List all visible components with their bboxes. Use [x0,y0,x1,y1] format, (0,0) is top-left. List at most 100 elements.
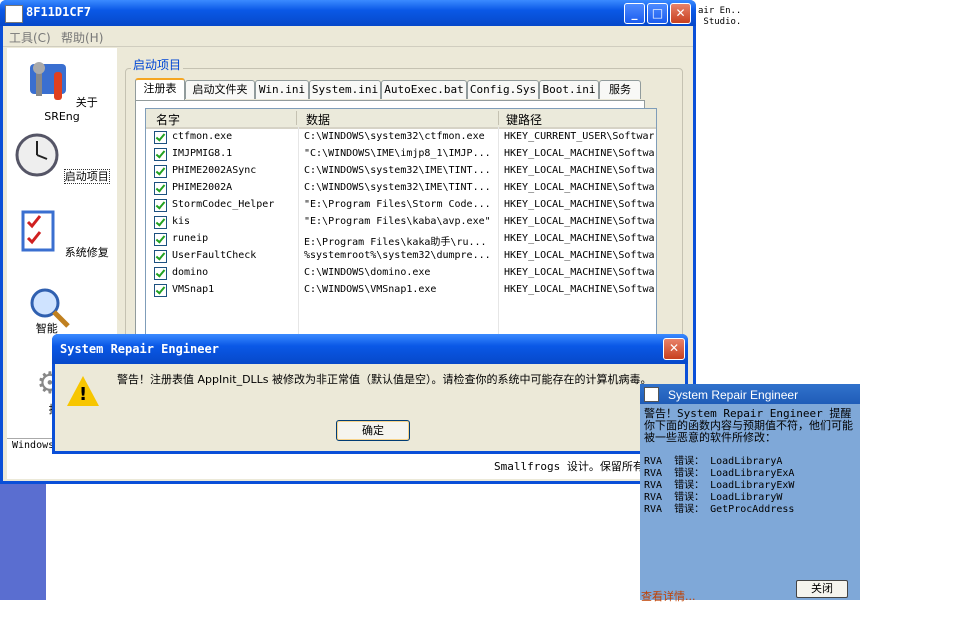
notification-rows: RVA 错误： LoadLibraryA RVA 错误： LoadLibraryE… [644,456,856,516]
row-data: C:\WINDOWS\system32\ctfmon.exe [304,131,485,142]
row-checkbox[interactable] [154,250,167,263]
minimize-button[interactable]: _ [624,3,645,24]
table-row[interactable]: UserFaultCheck %systemroot%\system32\dump… [146,248,656,265]
warning-dialog: System Repair Engineer ✕ ! 警告！注册表值 AppIn… [52,334,688,454]
title-bar[interactable]: 8F11D1CF7 _ □ ✕ [0,0,696,26]
table-row[interactable]: PHIME2002A C:\WINDOWS\system32\IME\TINT..… [146,180,656,197]
tab-registry[interactable]: 注册表 [135,78,185,101]
sidebar-item-label: 智能 [35,322,58,335]
row-name: UserFaultCheck [172,250,257,261]
row-checkbox[interactable] [154,284,167,297]
row-data: "E:\Program Files\kaba\avp.exe" [304,216,491,227]
notification-close-button[interactable]: 关闭 [796,580,848,598]
column-data[interactable]: 数据 [306,111,330,128]
table-row[interactable]: domino C:\WINDOWS\domino.exe HKEY_LOCAL_MA… [146,265,656,282]
menu-bar: 工具(C) 帮助(H) [3,26,693,47]
tab-boot-ini[interactable]: Boot.ini [539,80,599,99]
sidebar-item-repair[interactable]: 系统修复 [7,208,117,260]
menu-tools[interactable]: 工具(C) [9,29,51,46]
row-name: VMSnap1 [172,284,215,295]
row-checkbox[interactable] [154,233,167,246]
close-icon: ✕ [668,341,680,355]
notification-message: 警告！System Repair Engineer 提醒你下面的函数内容与预期值… [644,407,853,444]
error-row: RVA 错误： LoadLibraryExW [644,480,795,491]
row-key-path: HKEY_LOCAL_MACHINE\Softwa [504,216,654,227]
dialog-message: 警告！注册表值 AppInit_DLLs 被修改为非正常值（默认值是空）。请检查… [117,373,652,386]
app-icon [644,387,659,402]
row-key-path: HKEY_LOCAL_MACHINE\Softwa [504,165,654,176]
column-key-path[interactable]: 键路径 [506,111,542,128]
ok-button[interactable]: 确定 [336,420,410,441]
sidebar-item-label: 系统修复 [64,246,109,259]
sidebar-item-smart[interactable]: 智能 [7,284,117,336]
error-row: RVA 错误： LoadLibraryExA [644,468,795,479]
maximize-button[interactable]: □ [647,3,668,24]
tab-autoexec-bat[interactable]: AutoExec.bat [381,80,467,99]
row-name: domino [172,267,209,278]
row-checkbox[interactable] [154,131,167,144]
maximize-icon: □ [651,6,664,20]
row-checkbox[interactable] [154,267,167,280]
row-checkbox[interactable] [154,216,167,229]
table-row[interactable]: IMJPMIG8.1 "C:\WINDOWS\IME\imjp8_1\IMJP..… [146,146,656,163]
row-data: "C:\WINDOWS\IME\imjp8_1\IMJP... [304,148,491,159]
row-key-path: HKEY_LOCAL_MACHINE\Softwa [504,284,654,295]
app-icon [5,5,23,23]
row-name: IMJPMIG8.1 [172,148,233,159]
sidebar-item-about[interactable]: 关于 SREng [7,58,117,123]
table-row[interactable]: kis "E:\Program Files\kaba\avp.exe" HKEY_L… [146,214,656,231]
row-name: PHIME2002ASync [172,165,257,176]
row-checkbox[interactable] [154,148,167,161]
row-checkbox[interactable] [154,182,167,195]
row-name: PHIME2002A [172,182,233,193]
row-name: ctfmon.exe [172,131,233,142]
notification-title: System Repair Engineer [668,388,799,402]
table-row[interactable]: PHIME2002ASync C:\WINDOWS\system32\IME\TI… [146,163,656,180]
sidebar-item-startup[interactable]: 启动项目 [7,132,117,184]
warning-icon-mark: ! [79,384,88,405]
checklist-icon [21,210,55,252]
row-checkbox[interactable] [154,199,167,212]
list-header: 名字 数据 键路径 [146,109,656,129]
row-data: C:\WINDOWS\system32\IME\TINT... [304,165,491,176]
sidebar-item-label: 启动项目 [63,169,110,184]
dialog-title: System Repair Engineer [60,342,219,356]
notification-title-bar: System Repair Engineer [640,384,860,404]
tab-startup-folder[interactable]: 启动文件夹 [185,80,255,99]
table-row[interactable]: runeip E:\Program Files\kaka助手\ru... HKEY_… [146,231,656,248]
row-name: kis [172,216,191,227]
error-row: RVA 错误： LoadLibraryW [644,492,783,503]
details-link[interactable]: 查看详情... [641,588,696,604]
table-row[interactable]: StormCodec_Helper "E:\Program Files\Storm… [146,197,656,214]
row-key-path: HKEY_LOCAL_MACHINE\Softwa [504,267,654,278]
error-row: RVA 错误： LoadLibraryA [644,456,783,467]
dialog-title-bar[interactable]: System Repair Engineer ✕ [52,334,688,364]
row-name: runeip [172,233,209,244]
desktop-background [0,470,46,600]
row-checkbox[interactable] [154,165,167,178]
column-separator [498,111,499,125]
group-title: 启动项目 [131,56,184,73]
tab-config-sys[interactable]: Config.Sys [467,80,539,99]
close-button[interactable]: ✕ [670,3,691,24]
tab-system-ini[interactable]: System.ini [309,80,381,99]
tab-services[interactable]: 服务 [599,80,641,99]
startup-list[interactable]: 名字 数据 键路径 ctfmon.exe C:\WINDOWS\system32\… [145,108,657,356]
row-key-path: HKEY_LOCAL_MACHINE\Softwa [504,233,654,244]
dialog-close-button[interactable]: ✕ [663,338,685,360]
row-key-path: HKEY_CURRENT_USER\Softwar [504,131,654,142]
row-key-path: HKEY_LOCAL_MACHINE\Softwa [504,250,654,261]
table-row[interactable]: ctfmon.exe C:\WINDOWS\system32\ctfmon.exe… [146,129,656,146]
row-data: C:\WINDOWS\VMSnap1.exe [304,284,437,295]
row-data: C:\WINDOWS\system32\IME\TINT... [304,182,491,193]
clock-icon [15,133,59,177]
row-key-path: HKEY_LOCAL_MACHINE\Softwa [504,199,654,210]
status-text: Windows [12,440,55,451]
credit-text: Smallfrogs 设计。保留所有 [494,460,644,473]
menu-help[interactable]: 帮助(H) [61,29,103,46]
table-row[interactable]: VMSnap1 C:\WINDOWS\VMSnap1.exe HKEY_LOCAL_… [146,282,656,299]
tab-win-ini[interactable]: Win.ini [255,80,309,99]
column-name[interactable]: 名字 [156,111,180,128]
row-data: %systemroot%\system32\dumpre... [304,250,491,261]
row-data: E:\Program Files\kaka助手\ru... [304,237,487,248]
